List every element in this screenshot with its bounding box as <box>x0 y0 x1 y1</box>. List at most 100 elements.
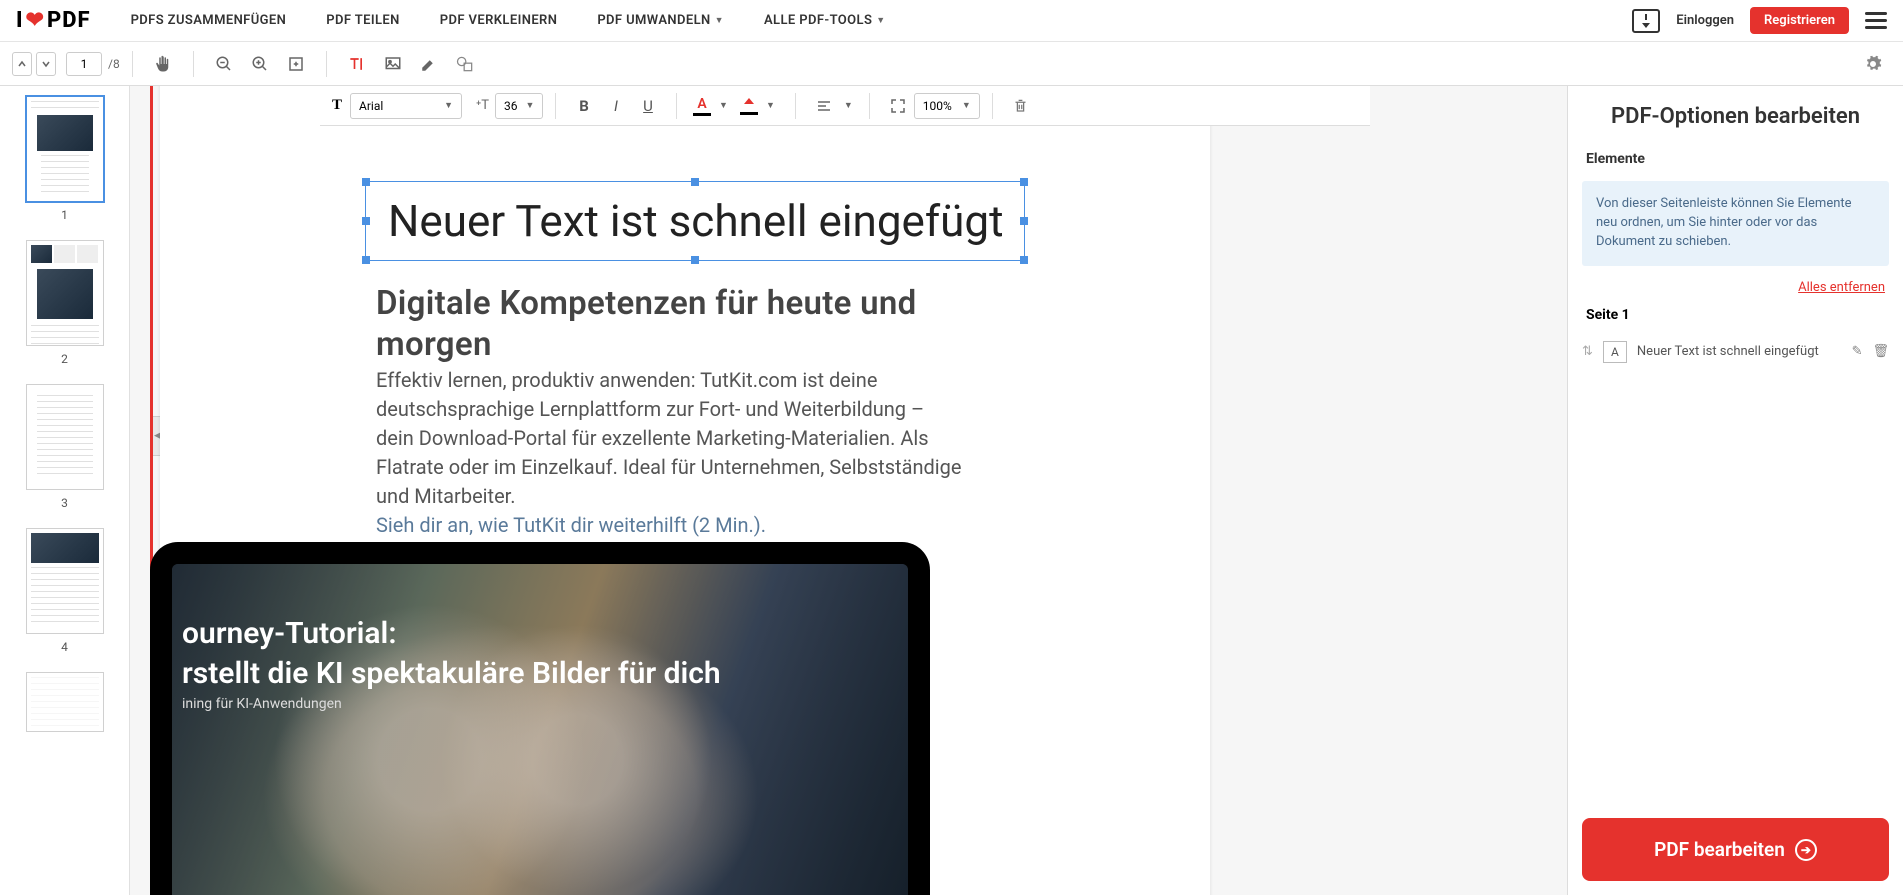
caret-down-icon[interactable]: ▼ <box>719 100 728 111</box>
page-up-button[interactable] <box>12 52 32 76</box>
separator <box>992 93 993 119</box>
main-area: 1 2 3 4 ◀ T Arial▼ ⁺T 36▼ B I U <box>0 86 1903 895</box>
text-color-button[interactable]: A <box>689 94 715 118</box>
page-down-button[interactable] <box>36 52 56 76</box>
delete-element-button[interactable] <box>1005 92 1037 120</box>
thumb-label: 1 <box>61 208 68 222</box>
page-paragraph: Effektiv lernen, produktiv anwenden: Tut… <box>376 366 966 540</box>
logo-text-pdf: PDF <box>47 8 91 33</box>
tablet-preview: ourney-Tutorial: rstellt die KI spektaku… <box>150 542 930 895</box>
thumbnail-rail[interactable]: 1 2 3 4 <box>0 86 130 895</box>
edit-element-icon[interactable]: ✎ <box>1852 344 1863 359</box>
separator <box>555 93 556 119</box>
nav-alltools[interactable]: ALLE PDF-TOOLS▼ <box>764 13 886 28</box>
nav-compress[interactable]: PDF VERKLEINERN <box>440 13 558 28</box>
element-label: Neuer Text ist schnell eingefügt <box>1637 344 1842 359</box>
add-text-icon[interactable] <box>339 46 375 82</box>
caret-down-icon: ▼ <box>876 15 885 26</box>
underline-button[interactable]: U <box>632 92 664 120</box>
remove-all-link[interactable]: Alles entfernen <box>1568 272 1903 303</box>
panel-page-label: Seite 1 <box>1568 303 1903 333</box>
separator <box>869 93 870 119</box>
canvas-area[interactable]: ◀ T Arial▼ ⁺T 36▼ B I U A ▼ ▼ ▼ 100%▼ <box>130 86 1568 895</box>
thumb-label: 3 <box>61 496 68 510</box>
thumbnail-page-5[interactable] <box>26 672 104 732</box>
resize-handle[interactable] <box>362 178 370 186</box>
thumbnail-page-1[interactable] <box>26 96 104 202</box>
separator <box>326 51 327 77</box>
pdf-page[interactable]: Neuer Text ist schnell eingefügt Digital… <box>160 86 1210 895</box>
text-element-icon: A <box>1603 341 1627 363</box>
text-format-toolbar: T Arial▼ ⁺T 36▼ B I U A ▼ ▼ ▼ 100%▼ <box>320 86 1370 126</box>
settings-gear-icon[interactable] <box>1855 46 1891 82</box>
align-button[interactable] <box>808 92 840 120</box>
resize-handle[interactable] <box>1020 256 1028 264</box>
page-total: /8 <box>108 57 120 71</box>
resize-handle[interactable] <box>691 256 699 264</box>
font-size-select[interactable]: 36▼ <box>495 93 543 119</box>
add-image-icon[interactable] <box>375 46 411 82</box>
fill-color-button[interactable] <box>736 95 762 117</box>
page-nav: /8 <box>12 52 120 76</box>
thumb-label: 4 <box>61 640 68 654</box>
resize-handle[interactable] <box>1020 217 1028 225</box>
video-link[interactable]: Sieh dir an, wie TutKit dir weiterhilft … <box>376 513 766 537</box>
delete-element-icon[interactable]: 🗑 <box>1872 344 1889 359</box>
nav-merge[interactable]: PDFS ZUSAMMENFÜGEN <box>131 13 287 28</box>
separator <box>132 51 133 77</box>
fit-page-icon[interactable] <box>278 46 314 82</box>
login-button[interactable]: Einloggen <box>1676 13 1734 28</box>
separator <box>193 51 194 77</box>
zoom-select[interactable]: 100%▼ <box>914 93 980 119</box>
editor-toolbar: /8 <box>0 42 1903 86</box>
page-heading: Digitale Kompetenzen für heute undmorgen <box>376 283 917 366</box>
bold-button[interactable]: B <box>568 92 600 120</box>
options-panel: PDF-Optionen bearbeiten Elemente Von die… <box>1568 86 1903 895</box>
caret-down-icon[interactable]: ▼ <box>844 100 853 111</box>
hand-tool-icon[interactable] <box>145 46 181 82</box>
separator <box>795 93 796 119</box>
italic-button[interactable]: I <box>600 92 632 120</box>
nav-convert[interactable]: PDF UMWANDELN▼ <box>597 13 724 28</box>
thumb-label: 2 <box>61 352 68 366</box>
zoom-out-icon[interactable] <box>206 46 242 82</box>
resize-handle[interactable] <box>362 217 370 225</box>
panel-info-box: Von dieser Seitenleiste können Sie Eleme… <box>1582 181 1889 266</box>
selected-text-box[interactable]: Neuer Text ist schnell eingefügt <box>365 181 1025 261</box>
logo[interactable]: I ❤ PDF <box>16 8 91 33</box>
resize-handle[interactable] <box>362 256 370 264</box>
nav-right: Einloggen Registrieren <box>1632 7 1887 34</box>
thumbnail-page-3[interactable] <box>26 384 104 490</box>
shapes-icon[interactable] <box>447 46 483 82</box>
tablet-subtitle: rstellt die KI spektakuläre Bilder für d… <box>182 656 721 691</box>
font-size-icon: ⁺T <box>476 98 489 113</box>
resize-handle[interactable] <box>691 178 699 186</box>
font-family-select[interactable]: Arial▼ <box>350 93 462 119</box>
heart-icon: ❤ <box>26 8 45 33</box>
top-nav: I ❤ PDF PDFS ZUSAMMENFÜGEN PDF TEILEN PD… <box>0 0 1903 42</box>
nav-split[interactable]: PDF TEILEN <box>326 13 400 28</box>
process-pdf-button[interactable]: PDF bearbeiten ➔ <box>1582 818 1889 881</box>
hamburger-menu-icon[interactable] <box>1865 12 1887 29</box>
tablet-title: ourney-Tutorial: <box>182 616 397 651</box>
logo-text-i: I <box>16 8 24 33</box>
element-list-item[interactable]: ⇅ A Neuer Text ist schnell eingefügt ✎ 🗑 <box>1568 333 1903 371</box>
draw-icon[interactable] <box>411 46 447 82</box>
inserted-text[interactable]: Neuer Text ist schnell eingefügt <box>388 195 1004 247</box>
page-number-input[interactable] <box>66 52 102 76</box>
caret-down-icon[interactable]: ▼ <box>766 100 775 111</box>
panel-section-elements: Elemente <box>1568 143 1903 175</box>
download-desktop-icon[interactable] <box>1632 9 1660 33</box>
text-tool-label: T <box>332 97 342 114</box>
thumbnail-page-2[interactable] <box>26 240 104 346</box>
tablet-caption: ining für KI-Anwendungen <box>182 696 342 712</box>
thumbnail-page-4[interactable] <box>26 528 104 634</box>
resize-handle[interactable] <box>1020 178 1028 186</box>
arrow-right-icon: ➔ <box>1795 839 1817 861</box>
nav-items: PDFS ZUSAMMENFÜGEN PDF TEILEN PDF VERKLE… <box>131 13 886 28</box>
expand-icon[interactable] <box>882 92 914 120</box>
drag-handle-icon[interactable]: ⇅ <box>1582 344 1593 359</box>
register-button[interactable]: Registrieren <box>1750 7 1849 34</box>
zoom-in-icon[interactable] <box>242 46 278 82</box>
caret-down-icon: ▼ <box>715 15 724 26</box>
